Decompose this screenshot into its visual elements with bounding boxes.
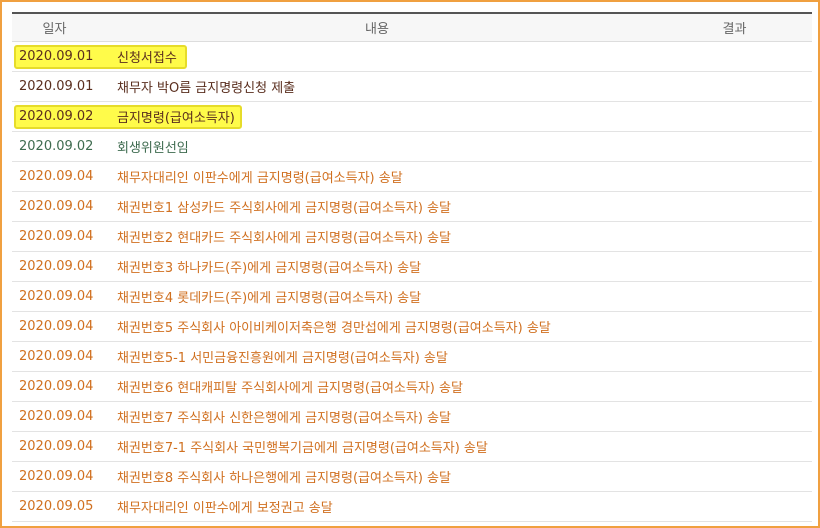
table-row: 2020.09.04 채권번호6 현대캐피탈 주식회사에게 금지명령(급여소득자)… (12, 372, 812, 402)
table-row: 2020.09.02 금지명령(급여소득자) (12, 102, 812, 132)
row-content: 채무자대리인 이판수에게 금지명령(급여소득자) 송달 (117, 171, 403, 186)
table-row: 2020.09.04 채무자대리인 이판수에게 금지명령(급여소득자) 송달 (12, 162, 812, 192)
row-date: 2020.09.04 (19, 289, 94, 304)
row-date: 2020.09.04 (19, 379, 94, 394)
table-row: 2020.09.04 채권번호4 롯데카드(주)에게 금지명령(급여소득자) 송달 (12, 282, 812, 312)
column-header-content: 내용 (365, 22, 389, 37)
table-header: 일자 내용 결과 (12, 12, 812, 42)
row-date: 2020.09.04 (19, 319, 94, 334)
row-date: 2020.09.04 (19, 349, 94, 364)
table-row: 2020.09.04 채권번호5 주식회사 아이비케이저축은행 경만섭에게 금지명… (12, 312, 812, 342)
row-date: 2020.09.04 (19, 199, 94, 214)
row-content: 채권번호2 현대카드 주식회사에게 금지명령(급여소득자) 송달 (117, 231, 451, 246)
row-date: 2020.09.02 (19, 109, 94, 124)
row-content: 채권번호8 주식회사 하나은행에게 금지명령(급여소득자) 송달 (117, 471, 451, 486)
row-date: 2020.09.02 (19, 139, 94, 154)
row-date: 2020.09.04 (19, 229, 94, 244)
table-row: 2020.09.04 채권번호3 하나카드(주)에게 금지명령(급여소득자) 송달 (12, 252, 812, 282)
row-date: 2020.09.04 (19, 439, 94, 454)
table-row: 2020.09.02 회생위원선임 (12, 132, 812, 162)
table-row: 2020.09.04 채권번호1 삼성카드 주식회사에게 금지명령(급여소득자) … (12, 192, 812, 222)
row-content: 신청서접수 (117, 51, 177, 66)
row-content: 채권번호4 롯데카드(주)에게 금지명령(급여소득자) 송달 (117, 291, 422, 306)
table-body: 2020.09.01 신청서접수 2020.09.01 채무자 박O름 금지명령신청 … (12, 42, 812, 522)
screenshot-frame: 일자 내용 결과 2020.09.01 신청서접수 2020.09.01 채무자 박O… (0, 0, 820, 528)
row-content: 금지명령(급여소득자) (117, 111, 235, 126)
row-date: 2020.09.05 (19, 499, 94, 514)
table-row: 2020.09.01 신청서접수 (12, 42, 812, 72)
row-date: 2020.09.04 (19, 169, 94, 184)
row-content: 회생위원선임 (117, 141, 189, 156)
row-content: 채무자 박O름 금지명령신청 제출 (117, 81, 296, 96)
row-date: 2020.09.04 (19, 409, 94, 424)
row-content: 채권번호3 하나카드(주)에게 금지명령(급여소득자) 송달 (117, 261, 422, 276)
row-content: 채권번호5-1 서민금융진흥원에게 금지명령(급여소득자) 송달 (117, 351, 448, 366)
column-header-result: 결과 (722, 22, 747, 37)
row-content: 채권번호7-1 주식회사 국민행복기금에게 금지명령(급여소득자) 송달 (117, 441, 488, 456)
row-date: 2020.09.01 (19, 49, 94, 64)
case-history-table: 일자 내용 결과 2020.09.01 신청서접수 2020.09.01 채무자 박O… (12, 12, 812, 522)
row-content: 채권번호6 현대캐피탈 주식회사에게 금지명령(급여소득자) 송달 (117, 381, 463, 396)
row-content: 채무자대리인 이판수에게 보정권고 송달 (117, 501, 333, 516)
table-row: 2020.09.04 채권번호7-1 주식회사 국민행복기금에게 금지명령(급여소… (12, 432, 812, 462)
row-date: 2020.09.04 (19, 259, 94, 274)
table-row: 2020.09.04 채권번호5-1 서민금융진흥원에게 금지명령(급여소득자) … (12, 342, 812, 372)
row-date: 2020.09.04 (19, 469, 94, 484)
row-content: 채권번호7 주식회사 신한은행에게 금지명령(급여소득자) 송달 (117, 411, 451, 426)
table-row: 2020.09.04 채권번호8 주식회사 하나은행에게 금지명령(급여소득자) … (12, 462, 812, 492)
row-content: 채권번호5 주식회사 아이비케이저축은행 경만섭에게 금지명령(급여소득자) 송… (117, 321, 551, 336)
row-content: 채권번호1 삼성카드 주식회사에게 금지명령(급여소득자) 송달 (117, 201, 451, 216)
column-header-date: 일자 (42, 22, 67, 37)
table-row: 2020.09.01 채무자 박O름 금지명령신청 제출 (12, 72, 812, 102)
table-row: 2020.09.04 채권번호2 현대카드 주식회사에게 금지명령(급여소득자) … (12, 222, 812, 252)
row-date: 2020.09.01 (19, 79, 94, 94)
table-row: 2020.09.04 채권번호7 주식회사 신한은행에게 금지명령(급여소득자) … (12, 402, 812, 432)
table-row: 2020.09.05 채무자대리인 이판수에게 보정권고 송달 (12, 492, 812, 522)
